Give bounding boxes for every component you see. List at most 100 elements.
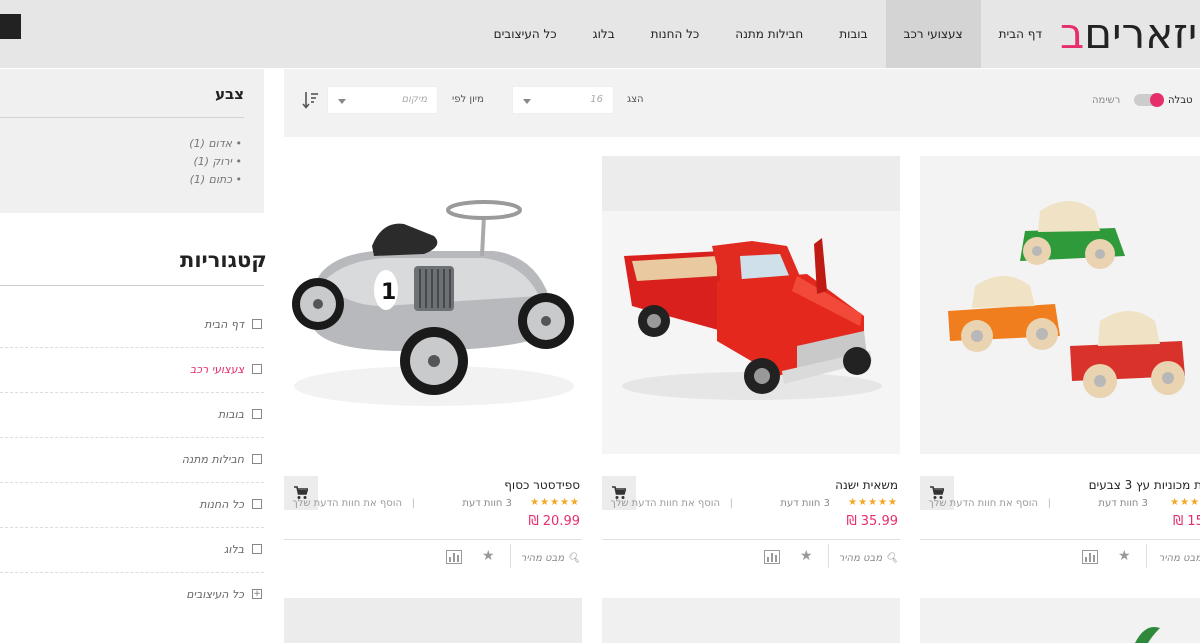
menu-toggle-button[interactable]	[0, 14, 21, 39]
sort-select-value: מיקום	[401, 94, 427, 105]
product-card: 1 ספידסטר כסוף ★★★★★ 3 חוות דעת | הוסף א…	[284, 156, 582, 576]
review-count-link[interactable]: 3 חוות דעת	[780, 498, 830, 509]
separator: |	[411, 498, 415, 509]
color-option-red[interactable]: • אדום (1)	[189, 135, 242, 153]
product-price: ₪ 20.99	[528, 514, 580, 529]
sort-label: מיון לפי	[452, 94, 484, 105]
product-image[interactable]	[284, 598, 582, 643]
main-nav: דף הבית צעצועי רכב בובות חבילות מתנה כל …	[476, 0, 1060, 68]
product-toolbar: מיקום מיון לפי 16 הצג רשימה טבלה	[284, 69, 1200, 137]
add-review-link[interactable]: הוסף את חוות הדעת שלך	[928, 498, 1038, 509]
star-icon[interactable]: ★	[800, 548, 813, 564]
logo-accent: ב	[1060, 10, 1085, 58]
chevron-down-icon	[338, 99, 346, 104]
color-option-green[interactable]: • ירוק (1)	[189, 153, 242, 171]
category-label[interactable]: צעצועי רכב	[190, 363, 244, 376]
logo-text: יזארים	[1084, 10, 1198, 58]
category-label[interactable]: דף הבית	[204, 318, 244, 331]
categories-list: דף הבית צעצועי רכב בובות חבילות מתנה כל …	[0, 303, 264, 618]
review-count-link[interactable]: 3 חוות דעת	[462, 498, 512, 509]
divider	[1146, 544, 1147, 568]
divider	[0, 117, 244, 118]
product-image[interactable]: 1	[284, 156, 582, 454]
color-option-orange[interactable]: • כתום (1)	[189, 171, 242, 189]
divider	[0, 285, 264, 286]
site-logo[interactable]: יזאריםב	[1060, 10, 1200, 58]
category-checkbox[interactable]	[252, 409, 262, 419]
svg-text:1: 1	[381, 280, 396, 305]
category-item-all-designs[interactable]: + כל העיצובים	[0, 573, 264, 618]
quick-view-button[interactable]: 🔍︎ מבט מהיר	[839, 553, 898, 564]
category-item-home[interactable]: דף הבית	[0, 303, 264, 348]
category-item-dolls[interactable]: בובות	[0, 393, 264, 438]
category-checkbox[interactable]	[252, 454, 262, 464]
category-label[interactable]: חבילות מתנה	[182, 453, 244, 466]
separator: |	[1047, 498, 1051, 509]
chevron-down-icon	[523, 99, 531, 104]
rating-stars: ★★★★★	[1170, 497, 1200, 508]
compare-chart-icon[interactable]	[764, 550, 780, 564]
quick-view-label: מבט מהיר	[1158, 553, 1200, 564]
quick-view-button[interactable]: 🔍︎ מבט מהיר	[1159, 553, 1200, 564]
product-name[interactable]: ספידסטר כסוף	[504, 478, 580, 492]
view-table-label[interactable]: טבלה	[1168, 95, 1192, 106]
category-label[interactable]: בלוג	[224, 543, 244, 556]
nav-item-vehicle-toys[interactable]: צעצועי רכב	[885, 0, 981, 68]
category-label[interactable]: בובות	[218, 408, 244, 421]
product-image[interactable]	[920, 598, 1200, 643]
sort-direction-icon[interactable]	[302, 90, 320, 110]
red-pickup-truck-image	[602, 156, 900, 454]
compare-chart-icon[interactable]	[446, 550, 462, 564]
separator: |	[729, 498, 733, 509]
divider	[920, 539, 1200, 540]
add-review-link[interactable]: הוסף את חוות הדעת שלך	[292, 498, 402, 509]
star-icon[interactable]: ★	[1118, 548, 1131, 564]
product-name[interactable]: ת מכוניות עץ 3 צבעים	[1089, 478, 1200, 492]
show-count-select[interactable]: 16	[512, 86, 614, 114]
nav-item-dolls[interactable]: בובות	[821, 0, 885, 68]
color-filter-title: צבע	[215, 85, 244, 103]
rating-stars: ★★★★★	[848, 497, 898, 508]
divider	[828, 544, 829, 568]
nav-item-all-designs[interactable]: כל העיצובים	[476, 0, 575, 68]
product-price: ₪ 15.	[1172, 514, 1200, 529]
category-item-blog[interactable]: בלוג	[0, 528, 264, 573]
category-checkbox[interactable]	[252, 499, 262, 509]
silver-ride-on-car-image: 1	[284, 156, 582, 454]
view-mode-toggle[interactable]	[1134, 93, 1164, 107]
category-checkbox[interactable]	[252, 544, 262, 554]
category-label[interactable]: כל החנות	[199, 498, 244, 511]
product-image[interactable]	[602, 156, 900, 454]
categories-title: קטגוריות	[180, 248, 267, 272]
product-name[interactable]: משאית ישנה	[835, 478, 898, 492]
site-header: דף הבית צעצועי רכב בובות חבילות מתנה כל …	[0, 0, 1200, 68]
nav-item-blog[interactable]: בלוג	[575, 0, 633, 68]
color-filter-list: • אדום (1) • ירוק (1) • כתום (1)	[189, 135, 242, 189]
category-item-gift-packages[interactable]: חבילות מתנה	[0, 438, 264, 483]
quick-view-label: מבט מהיר	[838, 553, 883, 564]
toggle-knob	[1150, 93, 1164, 107]
product-image[interactable]	[602, 598, 900, 643]
category-checkbox[interactable]	[252, 364, 262, 374]
star-icon[interactable]: ★	[482, 548, 495, 564]
nav-item-all-store[interactable]: כל החנות	[633, 0, 718, 68]
category-item-vehicle-toys[interactable]: צעצועי רכב	[0, 348, 264, 393]
plant-image	[1135, 627, 1160, 643]
view-list-label[interactable]: רשימה	[1092, 95, 1120, 106]
compare-chart-icon[interactable]	[1082, 550, 1098, 564]
quick-view-button[interactable]: 🔍︎ מבט מהיר	[521, 553, 580, 564]
nav-item-home[interactable]: דף הבית	[981, 0, 1060, 68]
product-card: משאית ישנה ★★★★★ 3 חוות דעת | הוסף את חו…	[602, 156, 900, 576]
review-count-link[interactable]: 3 חוות דעת	[1098, 498, 1148, 509]
category-item-all-store[interactable]: כל החנות	[0, 483, 264, 528]
expand-plus-icon[interactable]: +	[252, 589, 262, 599]
category-checkbox[interactable]	[252, 319, 262, 329]
divider	[284, 539, 582, 540]
product-card: ת מכוניות עץ 3 צבעים ★★★★★ 3 חוות דעת | …	[920, 156, 1200, 576]
category-label[interactable]: כל העיצובים	[186, 588, 244, 601]
quick-view-label: מבט מהיר	[520, 553, 565, 564]
product-image[interactable]	[920, 156, 1200, 454]
add-review-link[interactable]: הוסף את חוות הדעת שלך	[610, 498, 720, 509]
sort-select[interactable]: מיקום	[327, 86, 438, 114]
nav-item-gift-packages[interactable]: חבילות מתנה	[717, 0, 821, 68]
